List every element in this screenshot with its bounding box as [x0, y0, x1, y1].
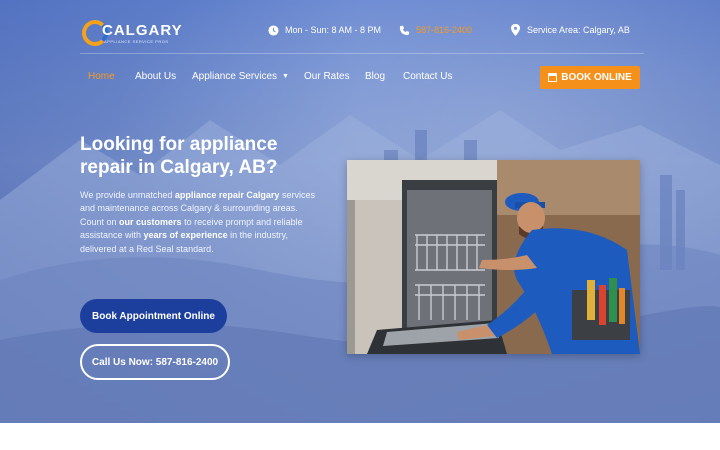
- nav-item-appliance-services-label: Appliance Services: [192, 71, 278, 82]
- service-area: Service Area: Calgary, AB: [509, 24, 630, 36]
- logo-wordmark: CALGARY: [102, 22, 183, 39]
- calendar-icon: [548, 73, 558, 82]
- technician-repairing-dishwasher-image: [347, 160, 640, 354]
- logo-tagline: APPLIANCE SERVICE PROS: [104, 39, 169, 44]
- header-divider: [80, 53, 644, 54]
- business-hours: Mon - Sun: 8 AM - 8 PM: [267, 24, 381, 36]
- nav-item-our-rates[interactable]: Our Rates: [304, 71, 350, 82]
- nav-item-contact-us[interactable]: Contact Us: [403, 71, 452, 82]
- nav-item-home[interactable]: Home: [88, 71, 115, 82]
- hero-headline: Looking for appliance repair in Calgary,…: [80, 134, 278, 178]
- nav-item-appliance-services[interactable]: Appliance Services ▼: [192, 71, 289, 82]
- nav-item-about-us[interactable]: About Us: [135, 71, 176, 82]
- lead-highlight-customers: our customers: [119, 216, 182, 227]
- call-us-button[interactable]: Call Us Now: 587-816-2400: [80, 344, 230, 380]
- book-appointment-button[interactable]: Book Appointment Online: [80, 299, 227, 333]
- header-phone[interactable]: 587-816-2400: [398, 24, 472, 36]
- service-area-text: Service Area: Calgary, AB: [527, 25, 630, 35]
- hours-text: Mon - Sun: 8 AM - 8 PM: [285, 25, 382, 35]
- clock-icon: [267, 24, 279, 36]
- book-online-button[interactable]: BOOK ONLINE: [540, 66, 640, 89]
- site-logo[interactable]: CALGARY APPLIANCE SERVICE PROS: [82, 18, 182, 50]
- hero-section: CALGARY APPLIANCE SERVICE PROS Mon - Sun…: [0, 0, 720, 423]
- lead-highlight-appliance-repair: appliance repair Calgary: [174, 190, 280, 200]
- chevron-down-icon: ▼: [282, 73, 289, 80]
- phone-icon: [398, 24, 410, 36]
- lead-highlight-experience: years of experience: [143, 230, 228, 241]
- book-online-label: BOOK ONLINE: [561, 72, 632, 83]
- hero-lead-paragraph: We provide unmatched appliance repair Ca…: [80, 190, 315, 254]
- nav-item-blog[interactable]: Blog: [365, 71, 385, 82]
- phone-link[interactable]: 587-816-2400: [416, 25, 472, 35]
- map-pin-icon: [509, 24, 521, 36]
